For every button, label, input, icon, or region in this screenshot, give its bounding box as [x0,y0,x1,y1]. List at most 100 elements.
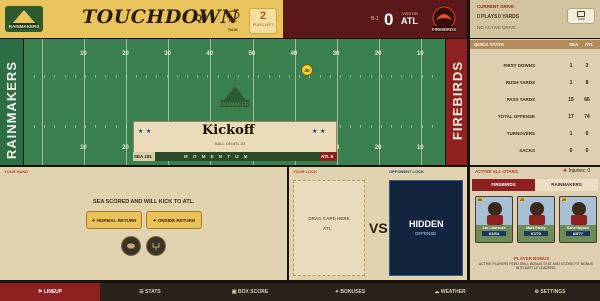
yard-line [42,39,43,165]
player-name: Mark Farley [526,226,546,230]
injuries-count: ✚ Injuries: 0 [563,168,590,174]
stat-home-value: 1 [569,63,573,69]
hash-mark [54,125,56,128]
hash-mark [421,125,423,128]
versus-label: VS [369,220,388,236]
hash-mark [370,75,372,78]
hash-mark [217,75,219,78]
yard-number-top: 10 [80,51,87,57]
star-icon: ★ [138,129,144,135]
hash-mark [238,75,239,78]
yard-number-top: 20 [374,51,382,57]
hash-mark [299,75,301,78]
player-portrait: 28 [518,197,554,225]
hash-mark [105,75,107,78]
yard-number-bottom: 10 [80,145,87,151]
ball-position: BALL ON ATL 33 [215,141,246,146]
nav-settings[interactable]: ⚙ SETTINGS [500,283,600,301]
lock-title: YOUR LOCK [293,169,317,174]
tab-rainmakers[interactable]: RAINMAKERS [535,179,598,191]
quick-stats-title: QUICK STATS [474,42,504,47]
hash-mark [85,125,86,128]
hash-mark [431,125,433,128]
hash-mark [156,75,158,78]
nav-bonuses[interactable]: ✦ BONUSES [300,283,400,301]
visitor-team-abbr: ATL [401,16,418,26]
hash-mark [278,75,280,78]
hash-mark [207,75,209,78]
normal-return-label: NORMAL RETURN [96,218,137,223]
hash-mark [197,75,199,78]
nav-label: BONUSES [340,289,366,295]
player-card[interactable]: 20 Kane Haynes 68/77 [559,196,597,243]
hash-mark [411,125,413,128]
visitor-score: 0 [384,10,394,29]
nav-label: LINEUP [43,289,63,295]
hash-mark [125,125,127,128]
stat-home-value: 1 [569,80,573,86]
stat-home-value: 1 [569,131,573,137]
allstars-title: ACTIVE ALL-STARS [475,169,518,174]
nav-box-score[interactable]: ▣ BOX SCORE [200,283,300,301]
svg-text:RAINMAKERS: RAINMAKERS [218,102,253,108]
svg-text:RAINMAKERS: RAINMAKERS [9,24,40,29]
visitor-record: B-1 [371,16,379,22]
nav-lineup[interactable]: ⚑ LINEUP [0,283,100,301]
total-toggle-label: Total [577,17,585,21]
player-card[interactable]: 86 Joe Lawrence 61/84 [475,196,513,243]
stat-home-value: 0 [569,148,573,154]
hash-mark [34,125,35,128]
midfield-logo-icon: RAINMAKERS [214,80,256,114]
hash-mark [105,125,107,128]
total-toggle-button[interactable]: Total [567,8,595,24]
onside-return-button[interactable]: ✦ ONSIDE RETURN [146,211,202,229]
current-drive-title: CURRENT DRIVE [477,4,515,9]
home-endzone-label: RAINMAKERS [4,61,19,160]
field-goal-button[interactable]: FIELD [146,236,166,260]
nav-stats[interactable]: ☰ STATS [100,283,200,301]
hash-mark [401,75,403,78]
hand-message: SEA SCORED AND WILL KICK TO ATL. [93,199,195,205]
player-card[interactable]: 28 Mark Farley 67/70 [517,196,555,243]
hidden-card-title: HIDDEN [409,219,444,229]
yard-number-bottom: 10 [416,145,424,151]
stat-name: FIRST DOWNS [503,63,536,68]
plays-left-label: PLAYS LEFT [252,23,274,27]
weather-indicator: RAIN [224,9,242,32]
hash-mark [74,75,76,78]
hash-mark [95,125,97,128]
hash-mark [85,75,86,78]
weather-label: RAIN [228,28,238,32]
hash-mark [340,125,341,128]
player-portrait: 86 [476,197,512,225]
stat-name: SACKS [519,148,535,153]
stat-away-value: 3 [585,63,589,69]
tab-firebirds[interactable]: FIREBIRDS [472,179,535,191]
star-icon: ★ [146,129,152,135]
hash-mark [115,125,117,128]
hash-mark [401,125,403,128]
pass-button[interactable]: PASS [121,236,141,260]
hash-mark [187,75,188,78]
yard-number-top: 10 [416,51,424,57]
yard-number-top: 30 [332,51,340,57]
drive-yards: 0 YARDS [498,14,520,20]
hash-mark [431,75,433,78]
player-name: Kane Haynes [567,226,589,230]
star-icon: ★ [320,129,326,135]
opponent-lock-title: OPPONENT LOCK [389,169,424,174]
hash-mark [64,75,66,78]
player-portrait: 20 [560,197,596,225]
nav-weather[interactable]: ☁ WEATHER [400,283,500,301]
kickoff-title: Kickoff [202,123,255,138]
nav-label: STATS [145,289,161,295]
hash-mark [54,75,56,78]
drop-zone-text: DRAG CARD HERE [308,216,350,221]
ball-marker[interactable]: 30 [301,64,313,76]
stat-away-value: 66 [584,97,590,103]
hash-mark [248,75,250,78]
momentum-home-value: SEA 181 [134,154,152,159]
hash-mark [319,75,321,78]
normal-return-button[interactable]: ✦ NORMAL RETURN [86,211,142,229]
hash-mark [360,75,362,78]
